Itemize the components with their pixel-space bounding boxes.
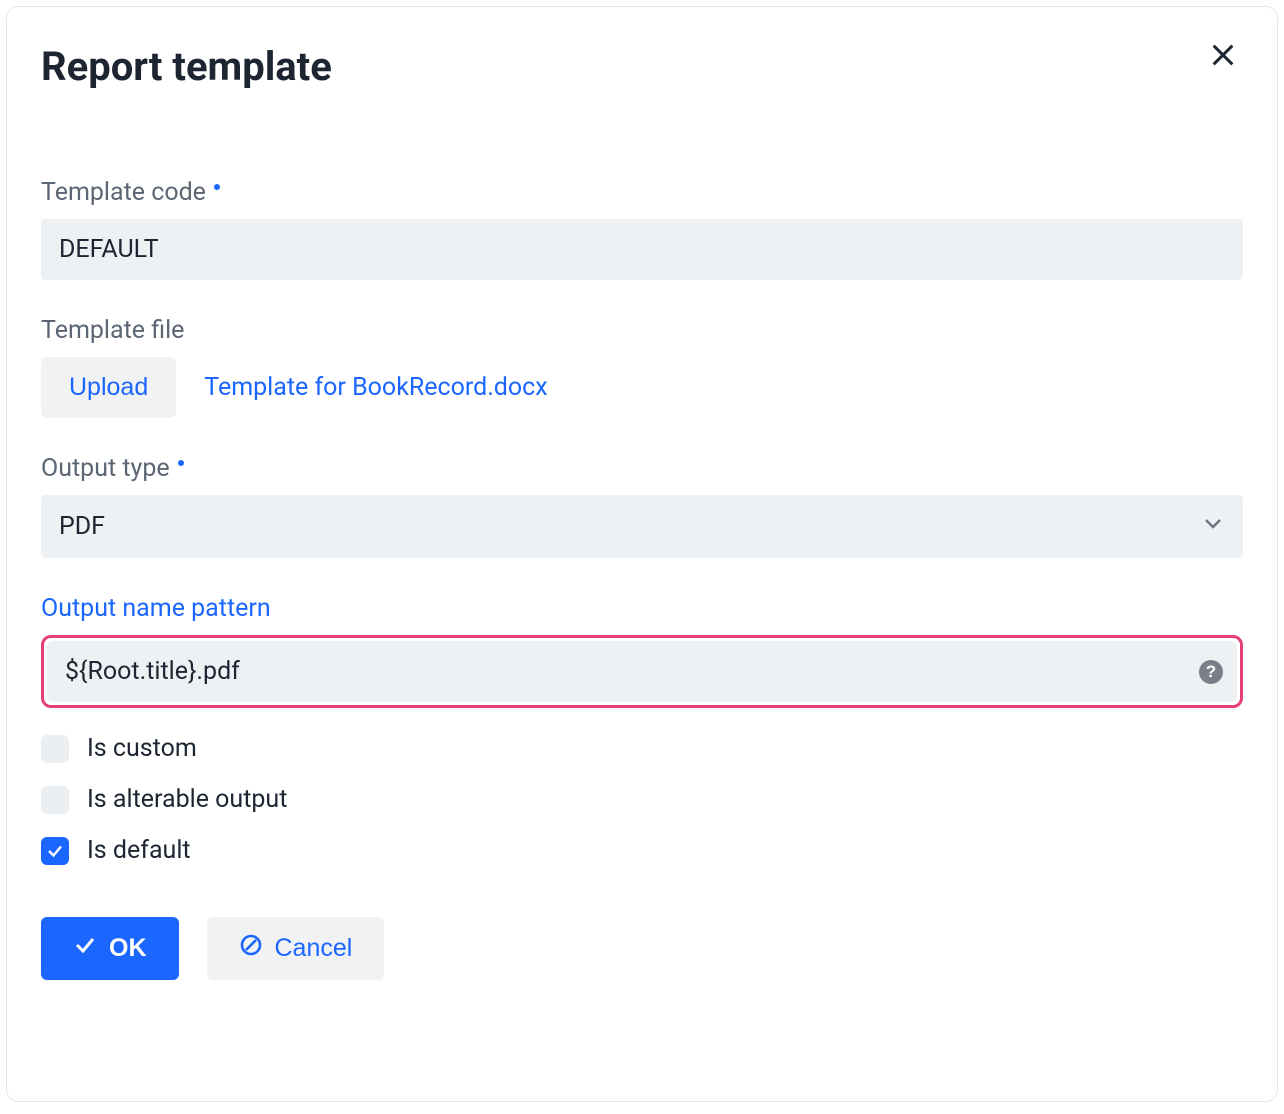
close-icon xyxy=(1209,57,1237,72)
template-file-row: Upload Template for BookRecord.docx xyxy=(41,357,1243,418)
ok-button[interactable]: OK xyxy=(41,917,179,980)
is-alterable-checkbox[interactable]: Is alterable output xyxy=(41,785,1243,814)
cancel-icon xyxy=(239,933,263,964)
dialog-actions: OK Cancel xyxy=(41,917,1243,980)
cancel-button-label: Cancel xyxy=(275,934,353,963)
chevron-down-icon xyxy=(1201,511,1225,542)
template-file-link[interactable]: Template for BookRecord.docx xyxy=(204,373,547,402)
template-code-field: Template code DEFAULT xyxy=(41,178,1243,280)
output-type-label: Output type xyxy=(41,454,1243,483)
is-alterable-label: Is alterable output xyxy=(87,785,287,814)
upload-button[interactable]: Upload xyxy=(41,357,176,418)
output-name-pattern-input[interactable] xyxy=(47,641,1185,702)
output-name-pattern-focus-ring: ? xyxy=(41,635,1243,708)
template-code-input[interactable]: DEFAULT xyxy=(41,219,1243,280)
is-default-label: Is default xyxy=(87,836,191,865)
dialog-header: Report template xyxy=(41,35,1243,90)
is-custom-label: Is custom xyxy=(87,734,197,763)
output-type-label-text: Output type xyxy=(41,454,170,483)
template-file-label-text: Template file xyxy=(41,316,184,345)
required-indicator-icon xyxy=(214,184,220,190)
output-type-value: PDF xyxy=(59,512,105,541)
output-name-pattern-label: Output name pattern xyxy=(41,594,1243,623)
cancel-button[interactable]: Cancel xyxy=(207,917,385,980)
ok-button-label: OK xyxy=(109,934,147,963)
required-indicator-icon xyxy=(178,460,184,466)
close-button[interactable] xyxy=(1203,35,1243,77)
output-name-pattern-input-wrap: ? xyxy=(47,641,1237,702)
output-type-field: Output type PDF xyxy=(41,454,1243,558)
output-name-pattern-field: Output name pattern ? xyxy=(41,594,1243,708)
checkbox-icon xyxy=(41,786,69,814)
checkbox-icon xyxy=(41,735,69,763)
template-file-label: Template file xyxy=(41,316,1243,345)
checkbox-group: Is custom Is alterable output Is default xyxy=(41,734,1243,865)
output-name-pattern-help-button[interactable]: ? xyxy=(1185,660,1237,684)
output-type-select[interactable]: PDF xyxy=(41,495,1243,558)
report-template-dialog: Report template Template code DEFAULT Te… xyxy=(6,6,1278,1102)
check-icon xyxy=(73,933,97,964)
template-code-label-text: Template code xyxy=(41,178,206,207)
output-name-pattern-label-text: Output name pattern xyxy=(41,594,271,623)
form: Template code DEFAULT Template file Uplo… xyxy=(41,178,1243,980)
template-code-label: Template code xyxy=(41,178,1243,207)
is-default-checkbox[interactable]: Is default xyxy=(41,836,1243,865)
template-file-field: Template file Upload Template for BookRe… xyxy=(41,316,1243,418)
dialog-title: Report template xyxy=(41,43,332,90)
output-type-select-wrap: PDF xyxy=(41,495,1243,558)
help-icon: ? xyxy=(1199,660,1223,684)
is-custom-checkbox[interactable]: Is custom xyxy=(41,734,1243,763)
checkbox-icon xyxy=(41,837,69,865)
